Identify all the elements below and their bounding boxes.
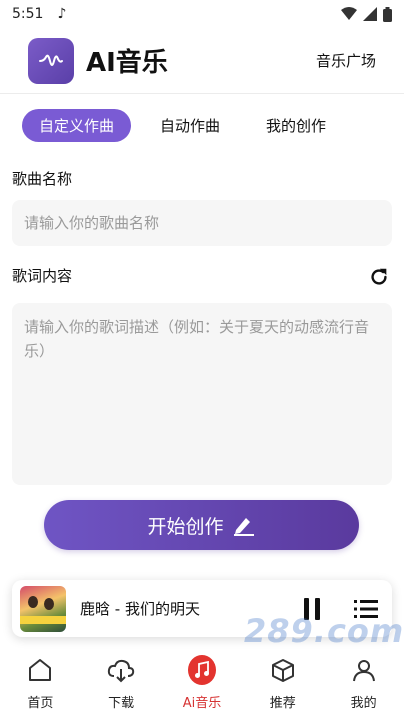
waveform-icon: [39, 54, 63, 66]
box-icon: [269, 656, 297, 684]
music-note-icon: [187, 655, 216, 685]
nav-label-ai-music: Ai音乐: [182, 696, 222, 711]
signal-icon: [363, 7, 377, 21]
track-title: 鹿晗 - 我们的明天: [80, 600, 200, 618]
lyrics-label: 歌词内容: [12, 267, 73, 285]
nav-label-home: 首页: [27, 696, 54, 711]
watermark: 289.com 手游网: [244, 612, 404, 694]
nav-item-mine[interactable]: 我的: [329, 656, 399, 711]
battery-icon: [383, 6, 392, 22]
nav-label-download: 下载: [108, 696, 135, 711]
music-note-icon: ♪: [57, 6, 67, 22]
song-name-input[interactable]: [12, 200, 392, 246]
mode-tabs: 自定义作曲 自动作曲 我的创作: [22, 108, 382, 142]
nav-item-ai-music[interactable]: Ai音乐: [167, 655, 237, 711]
user-icon: [350, 656, 378, 684]
nav-item-recommend[interactable]: 推荐: [248, 656, 318, 711]
refresh-icon[interactable]: [368, 266, 390, 288]
nav-label-recommend: 推荐: [269, 696, 296, 711]
lyrics-textarea[interactable]: [12, 303, 392, 485]
nav-item-home[interactable]: 首页: [5, 656, 75, 711]
status-bar: 5:51 ♪: [0, 0, 404, 28]
song-name-label: 歌曲名称: [12, 170, 73, 188]
tab-auto-compose[interactable]: 自动作曲: [143, 109, 237, 142]
cloud-download-icon: [107, 656, 135, 684]
wifi-icon: [341, 7, 357, 20]
nav-item-download[interactable]: 下载: [86, 656, 156, 711]
pencil-icon: [233, 518, 254, 536]
nav-label-mine: 我的: [350, 696, 377, 711]
tab-my-creations[interactable]: 我的创作: [249, 109, 343, 142]
app-title: AI音乐: [86, 48, 168, 78]
start-create-label: 开始创作: [147, 515, 224, 538]
tab-custom-compose[interactable]: 自定义作曲: [22, 108, 132, 142]
system-icons: [341, 6, 392, 22]
status-time: 5:51: [12, 6, 44, 22]
app-logo: [28, 37, 74, 84]
bottom-nav: 首页 下载 Ai音乐 推荐 我的: [0, 650, 404, 718]
home-icon: [26, 656, 54, 684]
music-plaza-link[interactable]: 音乐广场: [316, 50, 376, 71]
start-create-button[interactable]: 开始创作: [44, 500, 359, 550]
album-art: [20, 585, 66, 632]
app-header: AI音乐 音乐广场: [0, 28, 404, 94]
